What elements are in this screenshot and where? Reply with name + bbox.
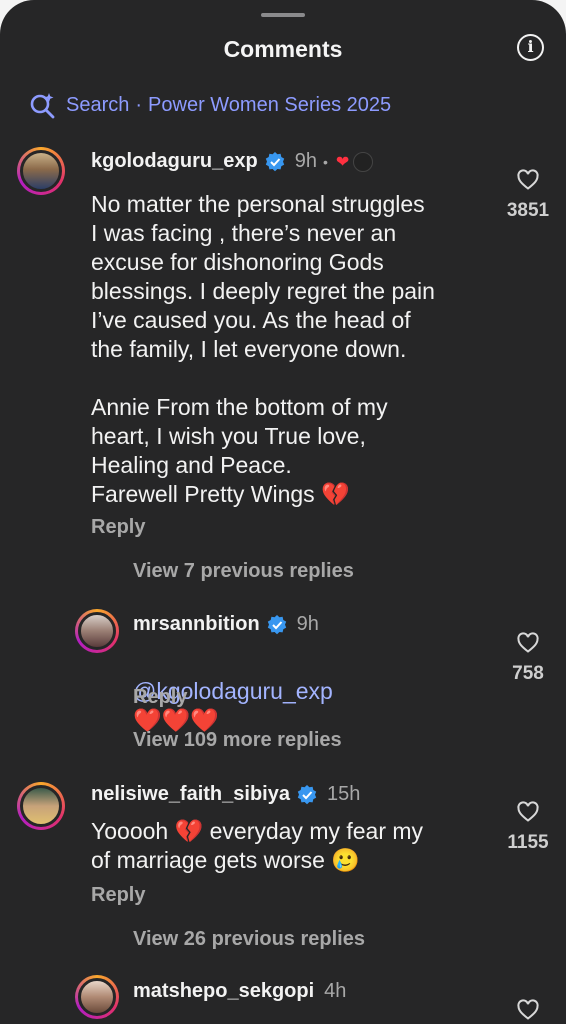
search-suggestion[interactable]: Search · Power Women Series 2025 (28, 90, 391, 120)
search-query: Power Women Series 2025 (148, 93, 392, 116)
comment-time: 9h (294, 150, 317, 172)
page-title: Comments (223, 36, 343, 62)
heart-outline-icon (517, 632, 539, 653)
comment-text: Yooooh 💔 everyday my fear my of marriage… (91, 818, 424, 873)
heart-outline-icon (517, 999, 539, 1020)
like-button[interactable]: 758 (493, 631, 563, 685)
heart-outline-icon (517, 169, 539, 190)
like-count: 3851 (506, 200, 550, 221)
comment-time: 9h (296, 613, 319, 635)
reply-button[interactable]: Reply (133, 686, 187, 709)
separator-dot: • (322, 153, 328, 170)
verified-badge-icon (265, 151, 284, 171)
info-icon[interactable]: i (517, 34, 544, 61)
creator-liked-heart-icon: ❤ (335, 153, 350, 171)
comment-username[interactable]: kgolodaguru_exp (91, 150, 258, 173)
drag-handle[interactable] (261, 13, 305, 17)
creator-avatar-icon (353, 151, 374, 172)
view-replies-link[interactable]: View 26 previous replies (133, 928, 365, 951)
avatar[interactable] (17, 147, 65, 195)
reply-button[interactable]: Reply (91, 884, 145, 907)
search-label: Search (66, 93, 130, 116)
comments-sheet: Comments i Search · Power Women Series 2… (0, 0, 566, 1024)
view-replies-link[interactable]: View 109 more replies (133, 729, 342, 752)
search-sparkle-icon (30, 93, 55, 119)
comment-time: 15h (326, 783, 361, 805)
comment-text: No matter the personal struggles I was f… (91, 191, 435, 507)
like-button[interactable] (493, 998, 563, 1022)
avatar[interactable] (17, 782, 65, 830)
like-count: 1155 (507, 832, 549, 853)
search-separator: · (135, 93, 143, 116)
view-replies-link[interactable]: View 7 previous replies (133, 560, 354, 583)
comment-username[interactable]: nelisiwe_faith_sibiya (91, 783, 290, 806)
comment-username[interactable]: mrsannbition (133, 613, 260, 636)
heart-outline-icon (517, 801, 539, 822)
comment-username[interactable]: matshepo_sekgopi (133, 980, 314, 1003)
avatar[interactable] (75, 975, 119, 1019)
like-button[interactable]: 3851 (493, 168, 563, 222)
comment-time: 4h (324, 980, 347, 1002)
verified-badge-icon (297, 784, 317, 804)
verified-badge-icon (267, 614, 286, 634)
like-count: 758 (512, 663, 544, 684)
avatar[interactable] (75, 609, 119, 653)
like-button[interactable]: 1155 (493, 800, 563, 854)
reply-button[interactable]: Reply (91, 516, 145, 539)
